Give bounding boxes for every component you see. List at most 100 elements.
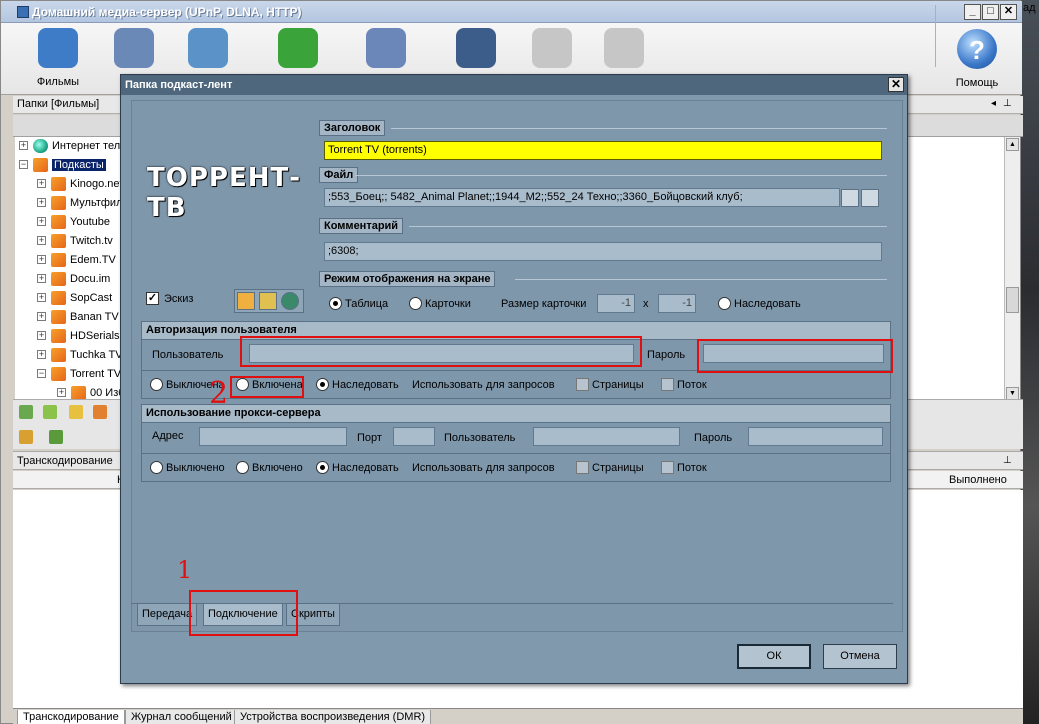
tree-item[interactable]: + HDSerials.	[15, 327, 125, 346]
tab-dmr-devices[interactable]: Устройства воспроизведения (DMR)	[234, 710, 432, 724]
proxy-pages-checkbox[interactable]	[576, 461, 589, 474]
proxy-password-field[interactable]	[748, 427, 883, 446]
edge-text: ад	[1023, 2, 1036, 14]
browse-icon[interactable]	[841, 189, 859, 207]
mode-inherit-radio[interactable]	[718, 297, 731, 310]
expand-icon[interactable]: +	[37, 198, 46, 207]
proxy-inherit-radio[interactable]	[316, 461, 329, 474]
users-icon[interactable]	[19, 430, 33, 444]
comment-section-label: Комментарий	[319, 218, 404, 234]
add-item-icon[interactable]	[43, 405, 57, 419]
tree-item[interactable]: + Twitch.tv	[15, 232, 125, 251]
tree-item[interactable]: + Edem.TV	[15, 251, 125, 270]
pin-icon[interactable]: ⊥	[1003, 98, 1012, 109]
tree-item[interactable]: + Tuchka TV	[15, 346, 125, 365]
toolbar-label: Фильмы	[36, 76, 80, 88]
mode-table-radio[interactable]	[329, 297, 342, 310]
tree-item[interactable]: − Torrent TV	[15, 365, 125, 384]
add-folder-icon[interactable]	[19, 405, 33, 419]
comment-field[interactable]: ;6308;	[324, 242, 882, 261]
title-field[interactable]: Torrent TV (torrents)	[324, 141, 882, 160]
tree-item-label: Docu.im	[70, 273, 111, 285]
tree-item-label: Torrent TV	[70, 368, 122, 380]
globe-icon[interactable]	[281, 292, 299, 310]
collapse-icon[interactable]: −	[37, 369, 46, 378]
tree-item[interactable]: − Подкасты	[15, 156, 125, 175]
vertical-scrollbar[interactable]: ▲ ▼	[1004, 137, 1020, 402]
mode-cards-radio[interactable]	[409, 297, 422, 310]
tree-item[interactable]: + Мультфил	[15, 194, 125, 213]
delete-icon[interactable]	[93, 405, 107, 419]
rss-icon	[51, 253, 66, 267]
expand-icon[interactable]: +	[57, 388, 66, 397]
pin-icon[interactable]: ⊥	[1003, 455, 1012, 466]
rss-icon	[51, 215, 66, 229]
palm-icon[interactable]	[49, 430, 63, 444]
dock-arrow-icon[interactable]: ◂	[991, 98, 996, 109]
expand-icon[interactable]: +	[37, 179, 46, 188]
tree-item[interactable]: + Docu.im	[15, 270, 125, 289]
tree-item[interactable]: + SopCast	[15, 289, 125, 308]
proxy-port-field[interactable]	[393, 427, 435, 446]
auth-title: Авторизация пользователя	[146, 324, 297, 336]
minimize-button[interactable]: _	[964, 4, 981, 20]
sun-icon[interactable]	[237, 292, 255, 310]
proxy-group: Использование прокси-сервера Адрес Порт …	[141, 404, 891, 482]
tree-item[interactable]: + Интернет теле	[15, 137, 125, 156]
proxy-on-radio[interactable]	[236, 461, 249, 474]
expand-icon[interactable]: +	[37, 293, 46, 302]
main-window-title: Домашний медиа-сервер (UPnP, DLNA, HTTP)	[32, 5, 302, 19]
tree-item[interactable]: + Kinogo.net	[15, 175, 125, 194]
expand-icon[interactable]: +	[37, 350, 46, 359]
close-button[interactable]: ✕	[1000, 4, 1017, 20]
file-field[interactable]: ;553_Боец;; 5482_Animal Planet;;1944_M2;…	[324, 188, 840, 207]
scroll-up-icon[interactable]: ▲	[1006, 138, 1019, 151]
ok-button[interactable]: ОК	[737, 644, 811, 669]
expand-icon[interactable]: +	[37, 312, 46, 321]
divider	[515, 279, 887, 280]
tree-item[interactable]: +00 Избр	[15, 384, 125, 399]
scroll-thumb[interactable]	[1006, 287, 1019, 313]
dialog-close-button[interactable]: ✕	[888, 77, 904, 92]
folder-icon[interactable]	[259, 292, 277, 310]
proxy-address-field[interactable]	[199, 427, 347, 446]
divider	[355, 175, 887, 176]
save-icon[interactable]	[861, 189, 879, 207]
server-disabled-icon	[604, 28, 644, 68]
sketch-checkbox[interactable]: ✓	[146, 292, 159, 305]
auth-off-radio[interactable]	[150, 378, 163, 391]
proxy-use-for-label: Использовать для запросов	[412, 462, 555, 474]
auth-inherit-radio[interactable]	[316, 378, 329, 391]
collapse-icon[interactable]: −	[19, 160, 28, 169]
transcode-icon	[456, 28, 496, 68]
tab-log[interactable]: Журнал сообщений	[125, 710, 238, 724]
expand-icon[interactable]: +	[37, 236, 46, 245]
tab-transcoding[interactable]: Транскодирование	[17, 710, 125, 724]
annotation-user-field	[240, 336, 642, 367]
expand-icon[interactable]: +	[37, 255, 46, 264]
toolbar-button-0[interactable]: Фильмы	[26, 26, 90, 90]
tree-item[interactable]: + Banan TV	[15, 308, 125, 327]
expand-icon[interactable]: +	[37, 274, 46, 283]
edit-icon[interactable]	[69, 405, 83, 419]
cancel-button[interactable]: Отмена	[823, 644, 897, 669]
card-height-field[interactable]: -1	[658, 294, 696, 313]
help-button[interactable]: ? Помощь	[945, 27, 1009, 91]
rss-icon	[51, 329, 66, 343]
rss-icon	[51, 177, 66, 191]
expand-icon[interactable]: +	[19, 141, 28, 150]
card-width-field[interactable]: -1	[597, 294, 635, 313]
maximize-button[interactable]: □	[982, 4, 999, 20]
expand-icon[interactable]: +	[37, 331, 46, 340]
proxy-user-field[interactable]	[533, 427, 680, 446]
auth-pages-checkbox[interactable]	[576, 378, 589, 391]
tree-item[interactable]: + Youtube	[15, 213, 125, 232]
auth-stream-checkbox[interactable]	[661, 378, 674, 391]
proxy-stream-checkbox[interactable]	[661, 461, 674, 474]
column-done[interactable]: Выполнено	[949, 474, 1007, 486]
tree-item-label: Twitch.tv	[70, 235, 113, 247]
proxy-off-radio[interactable]	[150, 461, 163, 474]
expand-icon[interactable]: +	[37, 217, 46, 226]
folders-title: Папки [Фильмы]	[17, 98, 100, 110]
tree-item-label: Kinogo.net	[70, 178, 123, 190]
